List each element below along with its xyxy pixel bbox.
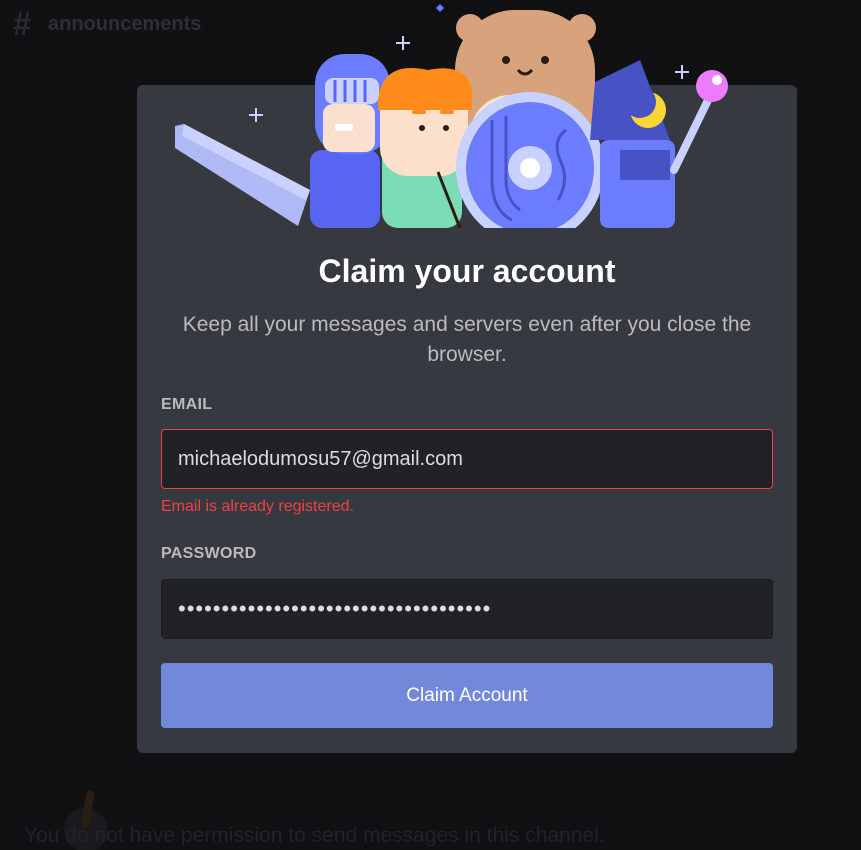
no-permission-note: You do not have permission to send messa… bbox=[24, 824, 605, 847]
sparkle-icon bbox=[436, 4, 444, 12]
claim-account-button[interactable]: Claim Account bbox=[161, 663, 773, 728]
modal-subtitle: Keep all your messages and servers even … bbox=[182, 313, 752, 366]
modal-title: Claim your account bbox=[318, 253, 616, 289]
email-error-message: Email is already registered. bbox=[161, 498, 354, 515]
hero-illustration bbox=[175, 4, 728, 228]
sparkle-icon bbox=[249, 108, 263, 122]
email-field[interactable]: michaelodumosu57@gmail.com bbox=[161, 429, 773, 489]
sparkle-icon bbox=[396, 36, 410, 50]
password-label: PASSWORD bbox=[161, 545, 257, 562]
email-label: EMAIL bbox=[161, 396, 213, 413]
hashtag-icon: # bbox=[13, 5, 31, 42]
password-field[interactable]: •••••••••••••••••••••••••••••••••••• bbox=[161, 579, 773, 639]
sparkle-icon bbox=[675, 65, 689, 79]
